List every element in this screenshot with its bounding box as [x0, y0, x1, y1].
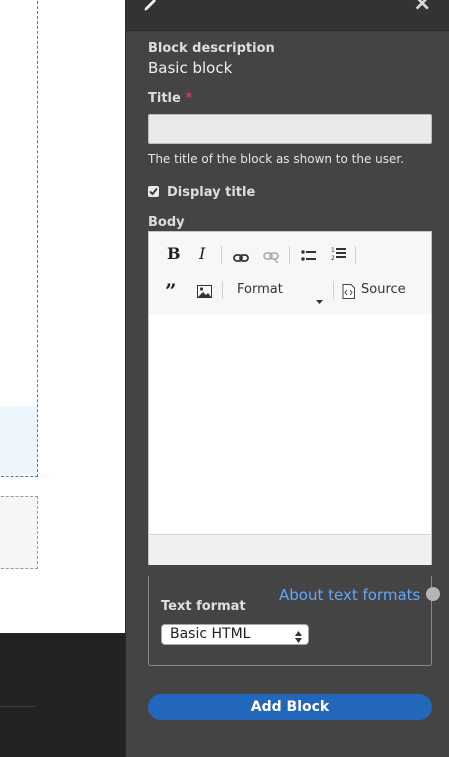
svg-text:2: 2 — [331, 255, 335, 261]
pencil-icon — [142, 0, 160, 16]
about-text-formats-link[interactable]: About text formats — [279, 586, 420, 604]
svg-text:”: ” — [165, 283, 177, 297]
editor-toolbar: B I 1 2 ” Format Source — [149, 232, 431, 315]
svg-text:1: 1 — [331, 247, 335, 254]
unlink-icon[interactable] — [263, 248, 279, 267]
toolbar-separator — [333, 281, 334, 299]
bulleted-list-icon[interactable] — [301, 247, 316, 266]
format-dropdown[interactable]: Format — [229, 281, 329, 304]
placeholder-region — [0, 496, 38, 569]
block-description-label: Block description — [148, 41, 275, 56]
required-marker: * — [185, 91, 193, 106]
footer-divider — [0, 706, 36, 707]
text-format-label: Text format — [161, 599, 246, 614]
toolbar-separator — [221, 246, 222, 264]
off-canvas-tray: × Block description Basic block Title * … — [125, 0, 449, 757]
highlighted-region — [0, 0, 38, 477]
source-button[interactable]: Source — [342, 280, 417, 302]
display-title-label[interactable]: Display title — [167, 185, 255, 200]
body-label: Body — [148, 215, 185, 230]
help-icon[interactable] — [426, 587, 440, 601]
numbered-list-icon[interactable]: 1 2 — [331, 246, 346, 265]
image-icon[interactable] — [197, 283, 212, 302]
text-format-selected: Basic HTML — [170, 626, 251, 642]
display-title-checkbox[interactable] — [148, 186, 159, 197]
editor-bottom-bar — [149, 534, 431, 565]
add-block-button[interactable]: Add Block — [148, 694, 432, 720]
title-label-text: Title — [148, 91, 181, 106]
source-button-label: Source — [361, 282, 406, 297]
format-dropdown-label: Format — [237, 282, 283, 297]
toolbar-separator — [355, 246, 356, 264]
title-label: Title * — [148, 91, 192, 106]
select-arrows-icon — [295, 628, 302, 647]
page-preview — [0, 0, 125, 757]
source-icon — [342, 284, 355, 303]
body-editor: B I 1 2 ” Format Source — [148, 231, 432, 565]
close-icon[interactable]: × — [413, 0, 431, 16]
page-footer — [0, 633, 125, 757]
blockquote-icon[interactable]: ” — [165, 279, 181, 303]
toolbar-separator — [222, 281, 223, 299]
toolbar-separator — [289, 246, 290, 264]
text-format-select[interactable]: Basic HTML — [161, 624, 309, 645]
title-input[interactable] — [148, 114, 432, 144]
italic-icon[interactable]: I — [199, 244, 205, 263]
chevron-down-icon — [316, 289, 323, 308]
tray-header: × — [126, 0, 449, 31]
text-format-wrapper: About text formats Text format Basic HTM… — [148, 576, 440, 666]
title-description: The title of the block as shown to the u… — [148, 152, 405, 166]
block-description-value: Basic block — [148, 59, 233, 77]
bold-icon[interactable]: B — [167, 244, 181, 263]
link-icon[interactable] — [233, 248, 249, 267]
editor-content-area[interactable] — [149, 314, 431, 534]
